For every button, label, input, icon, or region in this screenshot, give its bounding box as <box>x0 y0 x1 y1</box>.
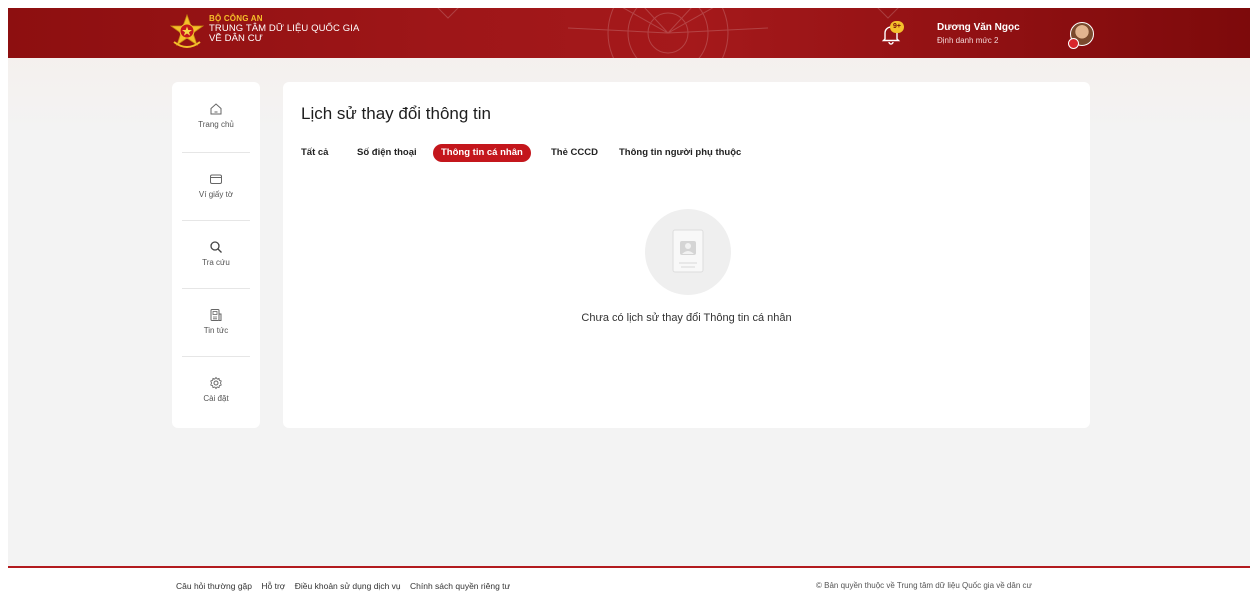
top-header: BỘ CÔNG AN TRUNG TÂM DỮ LIỆU QUỐC GIA VỀ… <box>8 8 1250 58</box>
footer-link-privacy[interactable]: Chính sách quyền riêng tư <box>410 581 510 591</box>
gear-icon <box>210 376 222 390</box>
sidebar-item-home[interactable]: Trang chủ <box>172 82 260 150</box>
sidebar-item-label: Trang chủ <box>198 120 234 129</box>
sidebar-item-settings[interactable]: Cài đặt <box>172 356 260 424</box>
footer-links: Câu hỏi thường gặp Hỗ trợ Điều khoản sử … <box>176 581 517 591</box>
police-emblem-logo[interactable] <box>170 14 204 50</box>
footer-link-support[interactable]: Hỗ trợ <box>261 581 285 591</box>
user-name[interactable]: Dương Văn Ngọc <box>937 22 1020 33</box>
tab-personal-info[interactable]: Thông tin cá nhân <box>433 144 531 162</box>
user-identity-level: Định danh mức 2 <box>937 36 999 45</box>
tab-all[interactable]: Tất cả <box>301 144 328 162</box>
search-icon <box>210 241 222 253</box>
footer-link-faq[interactable]: Câu hỏi thường gặp <box>176 581 252 591</box>
sidebar-item-news[interactable]: Tin tức <box>172 288 260 356</box>
sidebar-item-label: Tra cứu <box>202 258 230 267</box>
sidebar-item-wallet[interactable]: Ví giấy tờ <box>172 152 260 220</box>
empty-state-message: Chưa có lịch sử thay đổi Thông tin cá nh… <box>581 312 792 324</box>
notification-badge: 9+ <box>890 21 904 33</box>
copyright-text: © Bản quyền thuộc về Trung tâm dữ liệu Q… <box>816 581 1032 590</box>
sidebar-item-label: Cài đặt <box>203 394 229 403</box>
app-frame: BỘ CÔNG AN TRUNG TÂM DỮ LIỆU QUỐC GIA VỀ… <box>8 8 1250 599</box>
sidebar: Trang chủ Ví giấy tờ Tra cứu Tin tức Cài… <box>172 82 260 428</box>
tab-phone-number[interactable]: Số điện thoại <box>357 144 417 162</box>
news-icon <box>210 309 222 321</box>
page-title: Lịch sử thay đổi thông tin <box>301 104 491 123</box>
footer-link-terms[interactable]: Điều khoản sử dụng dịch vụ <box>295 581 401 591</box>
empty-document-illustration <box>645 209 731 295</box>
history-card: Lịch sử thay đổi thông tin Tất cả Số điệ… <box>283 82 1090 428</box>
brand-text[interactable]: BỘ CÔNG AN TRUNG TÂM DỮ LIỆU QUỐC GIA VỀ… <box>209 14 359 44</box>
footer: Câu hỏi thường gặp Hỗ trợ Điều khoản sử … <box>8 566 1250 599</box>
tab-dependents-info[interactable]: Thông tin người phụ thuộc <box>619 144 741 162</box>
avatar-status-dot <box>1068 38 1079 49</box>
sidebar-item-label: Ví giấy tờ <box>198 190 234 199</box>
home-icon <box>210 103 222 115</box>
brand-center-sub: VỀ DÂN CƯ <box>209 33 263 44</box>
wallet-icon <box>210 174 222 184</box>
sidebar-item-label: Tin tức <box>203 326 229 335</box>
tab-id-card[interactable]: Thẻ CCCD <box>551 144 598 162</box>
header-pattern <box>437 8 899 58</box>
sidebar-item-lookup[interactable]: Tra cứu <box>172 220 260 288</box>
